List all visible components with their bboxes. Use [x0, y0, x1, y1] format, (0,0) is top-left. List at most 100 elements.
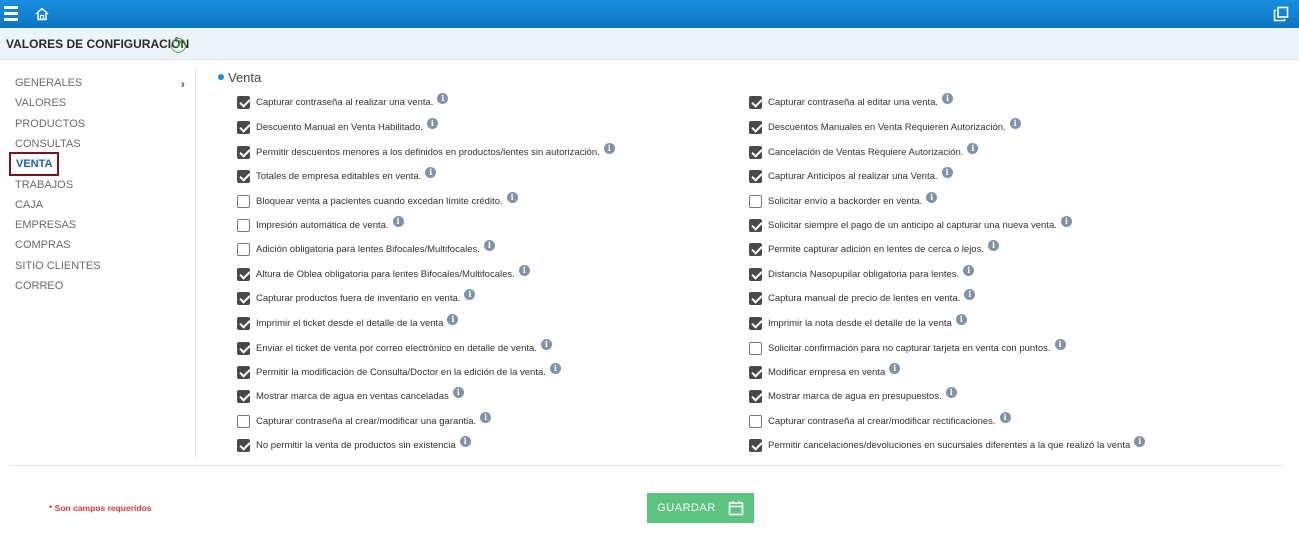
info-icon[interactable]: i [459, 435, 471, 447]
help-icon[interactable]: ? [171, 38, 186, 53]
sidebar-item-trabajos[interactable]: TRABAJOS [15, 176, 73, 194]
option-checkbox[interactable] [749, 218, 762, 232]
option-checkbox[interactable] [237, 438, 250, 452]
home-icon[interactable] [34, 6, 50, 22]
info-icon[interactable]: i [452, 386, 464, 398]
option-row-right-8[interactable]: Distancia Nasopupilar obligatoria para l… [749, 264, 975, 282]
info-icon[interactable]: i [392, 215, 404, 227]
option-row-right-13[interactable]: Mostrar marca de agua en presupuestos. i [749, 386, 957, 404]
option-checkbox[interactable] [237, 120, 250, 134]
option-row-left-9[interactable]: Capturar productos fuera de inventario e… [237, 288, 476, 306]
info-icon[interactable]: i [942, 92, 954, 104]
option-row-right-12[interactable]: Modificar empresa en venta i [749, 362, 901, 380]
option-row-right-5[interactable]: Solicitar envío a backorder en venta. i [749, 191, 938, 209]
info-icon[interactable]: i [464, 288, 476, 300]
option-checkbox[interactable] [749, 389, 762, 403]
option-row-right-15[interactable]: Permitir cancelaciones/devoluciones en s… [749, 435, 1146, 453]
option-checkbox[interactable] [237, 194, 250, 208]
option-row-left-1[interactable]: Capturar contraseña al realizar una vent… [237, 92, 449, 110]
option-checkbox[interactable] [237, 95, 250, 109]
option-checkbox[interactable] [237, 291, 250, 305]
info-icon[interactable]: i [518, 264, 530, 276]
option-checkbox[interactable] [237, 218, 250, 232]
sidebar-item-correo[interactable]: CORREO [15, 277, 63, 295]
option-checkbox[interactable] [749, 194, 762, 208]
info-icon[interactable]: i [967, 142, 979, 154]
sidebar-item-venta[interactable]: VENTA [9, 152, 60, 176]
option-checkbox[interactable] [749, 438, 762, 452]
option-row-left-4[interactable]: Totales de empresa editables en venta. i [237, 166, 437, 184]
option-checkbox[interactable] [749, 291, 762, 305]
info-icon[interactable]: i [549, 362, 561, 374]
sidebar-item-sitio-clientes[interactable]: SITIO CLIENTES [15, 257, 101, 275]
info-icon[interactable]: i [889, 362, 901, 374]
option-row-right-11[interactable]: Solicitar confirmación para no capturar … [749, 338, 1066, 356]
info-icon[interactable]: i [540, 338, 552, 350]
option-checkbox[interactable] [237, 389, 250, 403]
info-icon[interactable]: i [447, 313, 459, 325]
option-row-right-1[interactable]: Capturar contraseña al editar una venta.… [749, 92, 954, 110]
sidebar-item-caja[interactable]: CAJA [15, 196, 43, 214]
option-row-right-2[interactable]: Descuentos Manuales en Venta Requieren A… [749, 117, 1021, 135]
option-row-right-7[interactable]: Permite capturar adición en lentes de ce… [749, 239, 999, 257]
option-row-left-10[interactable]: Imprimir el ticket desde el detalle de l… [237, 313, 459, 331]
option-checkbox[interactable] [237, 267, 250, 281]
option-checkbox[interactable] [749, 145, 762, 159]
option-row-right-10[interactable]: Imprimir la nota desde el detalle de la … [749, 313, 967, 331]
hamburger-icon[interactable] [4, 4, 20, 24]
info-icon[interactable]: i [987, 239, 999, 251]
info-icon[interactable]: i [483, 239, 495, 251]
option-checkbox[interactable] [749, 242, 762, 256]
info-icon[interactable]: i [480, 411, 492, 423]
info-icon[interactable]: i [955, 313, 967, 325]
option-checkbox[interactable] [237, 365, 250, 379]
option-row-left-13[interactable]: Mostrar marca de agua en ventas cancelad… [237, 386, 464, 404]
info-icon[interactable]: i [1134, 435, 1146, 447]
option-row-left-15[interactable]: No permitir la venta de productos sin ex… [237, 435, 471, 453]
sidebar-item-generales[interactable]: GENERALES [15, 74, 82, 92]
option-row-left-14[interactable]: Capturar contraseña al crear/modificar u… [237, 411, 492, 429]
option-checkbox[interactable] [749, 95, 762, 109]
info-icon[interactable]: i [941, 166, 953, 178]
option-row-right-14[interactable]: Capturar contraseña al crear/modificar r… [749, 411, 1011, 429]
restore-window-icon[interactable] [1273, 6, 1289, 22]
save-button[interactable]: GUARDAR [647, 493, 754, 523]
sidebar-item-valores[interactable]: VALORES [15, 94, 66, 112]
option-row-left-6[interactable]: Impresión automática de venta. i [237, 215, 404, 233]
option-checkbox[interactable] [749, 267, 762, 281]
option-row-right-6[interactable]: Solicitar siempre el pago de un anticipo… [749, 215, 1072, 233]
info-icon[interactable]: i [1054, 338, 1066, 350]
option-checkbox[interactable] [749, 414, 762, 428]
option-row-left-3[interactable]: Permitir descuentos menores a los defini… [237, 142, 615, 160]
info-icon[interactable]: i [945, 386, 957, 398]
option-row-right-4[interactable]: Capturar Anticipos al realizar una Venta… [749, 166, 953, 184]
sidebar-item-compras[interactable]: COMPRAS [15, 236, 71, 254]
option-checkbox[interactable] [237, 316, 250, 330]
info-icon[interactable]: i [426, 117, 438, 129]
info-icon[interactable]: i [603, 142, 615, 154]
option-row-left-5[interactable]: Bloquear venta a pacientes cuando exceda… [237, 191, 518, 209]
sidebar-item-consultas[interactable]: CONSULTAS [15, 135, 81, 153]
option-row-left-8[interactable]: Altura de Oblea obligatoria para lentes … [237, 264, 530, 282]
option-checkbox[interactable] [237, 341, 250, 355]
info-icon[interactable]: i [926, 191, 938, 203]
option-checkbox[interactable] [237, 242, 250, 256]
option-checkbox[interactable] [749, 169, 762, 183]
info-icon[interactable]: i [1009, 117, 1021, 129]
option-row-left-11[interactable]: Enviar el ticket de venta por correo ele… [237, 338, 552, 356]
option-checkbox[interactable] [237, 169, 250, 183]
option-row-right-3[interactable]: Cancelación de Ventas Requiere Autorizac… [749, 142, 979, 160]
info-icon[interactable]: i [437, 92, 449, 104]
option-checkbox[interactable] [749, 341, 762, 355]
option-checkbox[interactable] [237, 145, 250, 159]
option-checkbox[interactable] [749, 120, 762, 134]
chevron-right-icon[interactable]: › [181, 77, 185, 91]
option-checkbox[interactable] [749, 365, 762, 379]
info-icon[interactable]: i [999, 411, 1011, 423]
info-icon[interactable]: i [964, 288, 976, 300]
sidebar-item-productos[interactable]: PRODUCTOS [15, 115, 85, 133]
option-row-left-12[interactable]: Permitir la modificación de Consulta/Doc… [237, 362, 561, 380]
option-checkbox[interactable] [237, 414, 250, 428]
option-row-left-2[interactable]: Descuento Manual en Venta Habilitado. i [237, 117, 438, 135]
info-icon[interactable]: i [506, 191, 518, 203]
